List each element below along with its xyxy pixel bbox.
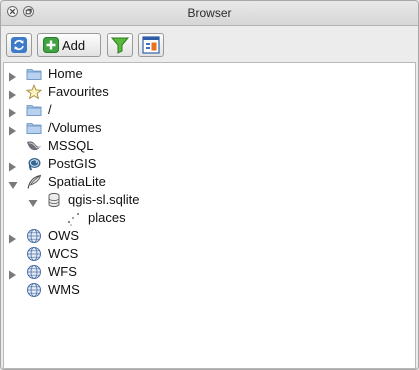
tree-item-label: WCS xyxy=(48,246,79,261)
title-bar: Browser xyxy=(1,1,418,26)
collapsed-arrow-icon[interactable] xyxy=(8,105,17,118)
folder-icon xyxy=(26,120,42,136)
tree-item[interactable]: WMS xyxy=(4,281,415,299)
tree-item[interactable]: places xyxy=(4,209,415,227)
tree-item-label: qgis-sl.sqlite xyxy=(68,192,140,207)
funnel-icon xyxy=(110,37,130,54)
add-button-label: Add xyxy=(62,38,86,53)
tree-item[interactable]: WFS xyxy=(4,263,415,281)
tree-item-label: /Volumes xyxy=(48,120,102,135)
collapsed-arrow-icon[interactable] xyxy=(8,267,17,280)
tree-item-label: MSSQL xyxy=(48,138,94,153)
refresh-button[interactable] xyxy=(6,33,32,57)
add-button[interactable]: Add xyxy=(37,33,101,57)
collapsed-arrow-icon[interactable] xyxy=(8,123,17,136)
browser-tree[interactable]: Home Favourites / /Volumes MSSQL PostGIS Spati… xyxy=(3,62,416,369)
tree-item[interactable]: Favourites xyxy=(4,83,415,101)
tree-item[interactable]: PostGIS xyxy=(4,155,415,173)
tree-item[interactable]: MSSQL xyxy=(4,137,415,155)
window-title: Browser xyxy=(187,6,232,20)
tree-item[interactable]: / xyxy=(4,101,415,119)
tree-item-label: OWS xyxy=(48,228,80,243)
tree-item[interactable]: qgis-sl.sqlite xyxy=(4,191,415,209)
globe-icon xyxy=(26,282,42,298)
database-icon xyxy=(46,192,62,208)
browser-panel: Browser Add Home Favourites / /Volumes M… xyxy=(0,0,419,370)
tree-item-label: SpatiaLite xyxy=(48,174,106,189)
tree-item[interactable]: WCS xyxy=(4,245,415,263)
filter-button[interactable] xyxy=(107,33,133,57)
globe-icon xyxy=(26,228,42,244)
collapse-all-button[interactable] xyxy=(138,33,164,57)
collapsed-arrow-icon[interactable] xyxy=(8,87,17,100)
tree-item-label: / xyxy=(48,102,52,117)
tree-item-label: Favourites xyxy=(48,84,109,99)
postgis-elephant-icon xyxy=(26,156,42,172)
point-layer-icon xyxy=(66,210,82,226)
collapsed-arrow-icon[interactable] xyxy=(8,159,17,172)
collapse-tree-icon xyxy=(142,36,160,54)
spatialite-feather-icon xyxy=(26,174,42,190)
tree-item[interactable]: Home xyxy=(4,65,415,83)
folder-icon xyxy=(26,102,42,118)
plus-icon xyxy=(43,37,59,53)
tree-item-label: WMS xyxy=(48,282,80,297)
tree-item-label: WFS xyxy=(48,264,77,279)
globe-icon xyxy=(26,264,42,280)
collapsed-arrow-icon[interactable] xyxy=(8,69,17,82)
refresh-icon xyxy=(11,37,27,53)
mssql-icon xyxy=(26,138,42,154)
tree-item-label: Home xyxy=(48,66,83,81)
tree-item[interactable]: /Volumes xyxy=(4,119,415,137)
tree-item[interactable]: SpatiaLite xyxy=(4,173,415,191)
folder-icon xyxy=(26,66,42,82)
tree-item-label: places xyxy=(88,210,126,225)
globe-icon xyxy=(26,246,42,262)
tree-item-label: PostGIS xyxy=(48,156,97,171)
expanded-arrow-icon[interactable] xyxy=(28,195,38,207)
collapsed-arrow-icon[interactable] xyxy=(8,231,17,244)
expanded-arrow-icon[interactable] xyxy=(8,177,18,189)
star-icon xyxy=(25,84,43,100)
toolbar: Add xyxy=(1,26,418,62)
tree-item[interactable]: OWS xyxy=(4,227,415,245)
